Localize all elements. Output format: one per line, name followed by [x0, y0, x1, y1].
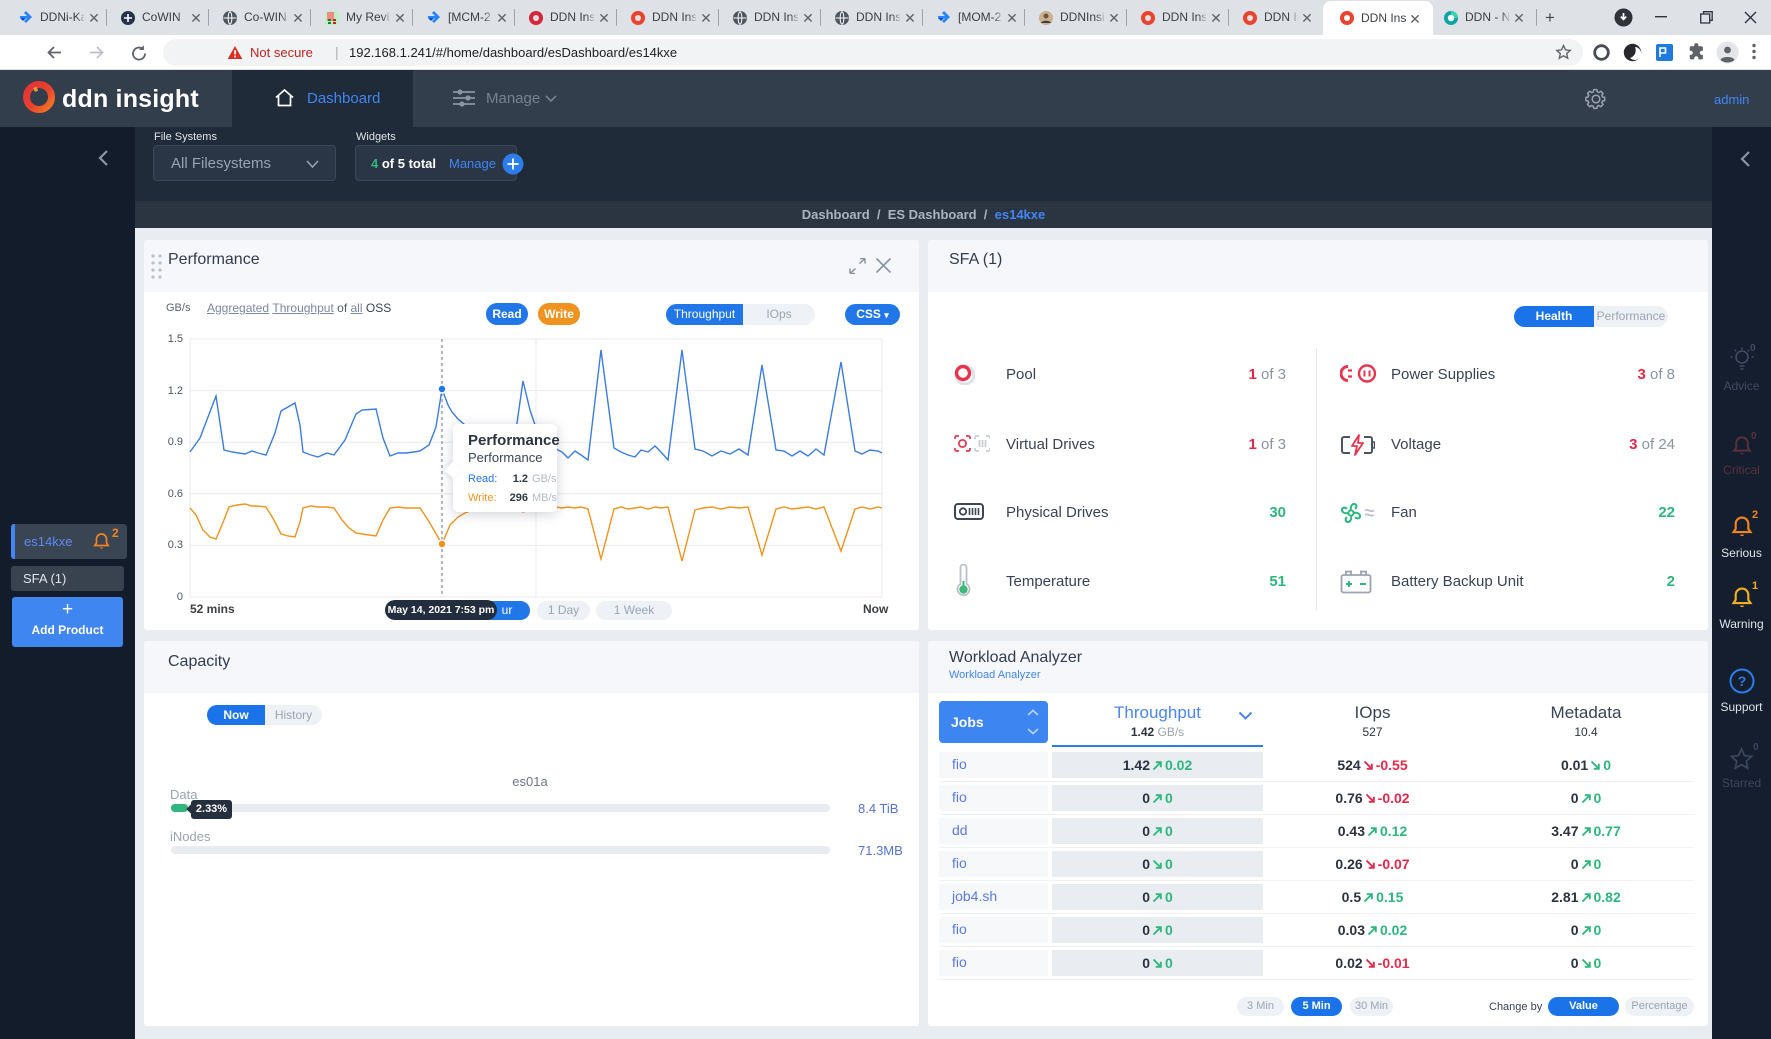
svg-text:?: ?	[1737, 673, 1746, 689]
